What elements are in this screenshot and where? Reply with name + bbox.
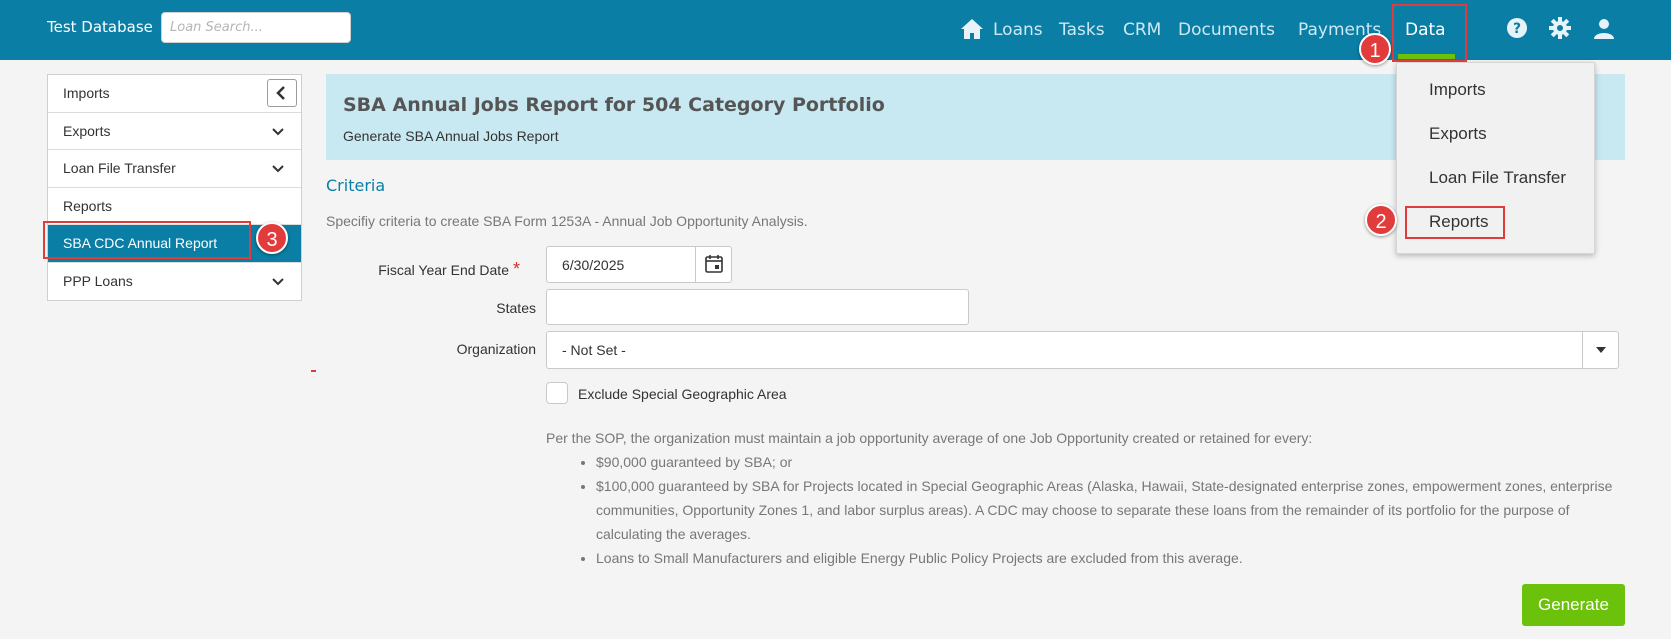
nav-tasks[interactable]: Tasks xyxy=(1059,20,1105,40)
sidebar-item-ppp-loans[interactable]: PPP Loans xyxy=(48,263,301,301)
home-icon[interactable] xyxy=(960,18,984,40)
page-subtitle: Generate SBA Annual Jobs Report xyxy=(343,128,559,144)
help-icon[interactable]: ? xyxy=(1505,16,1529,40)
left-sidebar: Imports Exports Loan File Transfer Repor… xyxy=(47,74,302,301)
dropdown-item-exports[interactable]: Exports xyxy=(1429,124,1487,144)
organization-dropdown-toggle[interactable] xyxy=(1582,332,1618,368)
annotation-box-sba-cdc xyxy=(43,221,251,259)
loan-search-input[interactable] xyxy=(161,12,351,43)
sidebar-item-label: Exports xyxy=(63,122,111,139)
sop-list-item: $100,000 guaranteed by SBA for Projects … xyxy=(596,474,1621,546)
fiscal-year-end-date-input[interactable] xyxy=(547,247,697,282)
dropdown-item-imports[interactable]: Imports xyxy=(1429,80,1486,100)
step-badge-2: 2 xyxy=(1365,204,1397,236)
sidebar-item-reports[interactable]: Reports xyxy=(48,188,301,225)
organization-select[interactable]: - Not Set - xyxy=(546,331,1619,369)
chevron-down-icon xyxy=(272,165,284,173)
stray-mark xyxy=(311,370,316,372)
calendar-icon xyxy=(705,255,723,273)
chevron-down-icon xyxy=(272,127,284,135)
exclude-geographic-checkbox[interactable] xyxy=(546,382,568,404)
states-input[interactable] xyxy=(546,289,969,325)
generate-button[interactable]: Generate xyxy=(1522,584,1625,626)
caret-down-icon xyxy=(1596,347,1606,353)
nav-loans[interactable]: Loans xyxy=(993,20,1043,40)
sop-list: $90,000 guaranteed by SBA; or $100,000 g… xyxy=(546,450,1621,570)
svg-text:?: ? xyxy=(1513,21,1521,37)
collapse-sidebar-button[interactable] xyxy=(267,79,297,107)
annotation-box-data xyxy=(1392,4,1467,62)
sidebar-item-imports[interactable]: Imports xyxy=(48,75,301,113)
sidebar-item-label: Imports xyxy=(63,85,110,101)
sidebar-item-exports[interactable]: Exports xyxy=(48,113,301,150)
chevron-down-icon xyxy=(272,277,284,285)
page-title: SBA Annual Jobs Report for 504 Category … xyxy=(343,94,885,116)
dropdown-item-loan-file-transfer[interactable]: Loan File Transfer xyxy=(1429,168,1566,188)
sop-note: Per the SOP, the organization must maint… xyxy=(546,426,1621,570)
exclude-geographic-label: Exclude Special Geographic Area xyxy=(578,386,787,402)
organization-label: Organization xyxy=(456,341,536,357)
fiscal-year-date-picker xyxy=(546,246,732,283)
chevron-left-icon xyxy=(276,86,285,100)
sidebar-item-label: Reports xyxy=(63,197,113,214)
sop-list-item: Loans to Small Manufacturers and eligibl… xyxy=(596,546,1621,570)
criteria-section-header[interactable]: Criteria xyxy=(326,176,385,195)
user-icon[interactable] xyxy=(1592,16,1616,40)
required-asterisk: * xyxy=(512,259,520,279)
organization-selected-value: - Not Set - xyxy=(562,342,626,358)
sidebar-item-label: PPP Loans xyxy=(63,272,133,289)
step-badge-1: 1 xyxy=(1359,33,1391,65)
calendar-button[interactable] xyxy=(695,247,731,282)
annotation-box-reports xyxy=(1405,206,1505,239)
nav-crm[interactable]: CRM xyxy=(1123,20,1161,40)
step-badge-3: 3 xyxy=(256,222,288,254)
sop-list-item: $90,000 guaranteed by SBA; or xyxy=(596,450,1621,474)
fiscal-year-label: Fiscal Year End Date * xyxy=(370,259,520,280)
sidebar-item-loan-file-transfer[interactable]: Loan File Transfer xyxy=(48,150,301,188)
fiscal-year-label-text: Fiscal Year End Date xyxy=(378,262,509,278)
sop-intro: Per the SOP, the organization must maint… xyxy=(546,430,1313,446)
brand-name[interactable]: Test Database xyxy=(47,18,153,36)
sidebar-item-label: Loan File Transfer xyxy=(63,160,176,176)
gear-icon[interactable] xyxy=(1548,16,1572,40)
nav-documents[interactable]: Documents xyxy=(1178,20,1275,40)
states-label: States xyxy=(496,300,536,316)
criteria-intro-text: Specifiy criteria to create SBA Form 125… xyxy=(326,213,808,229)
